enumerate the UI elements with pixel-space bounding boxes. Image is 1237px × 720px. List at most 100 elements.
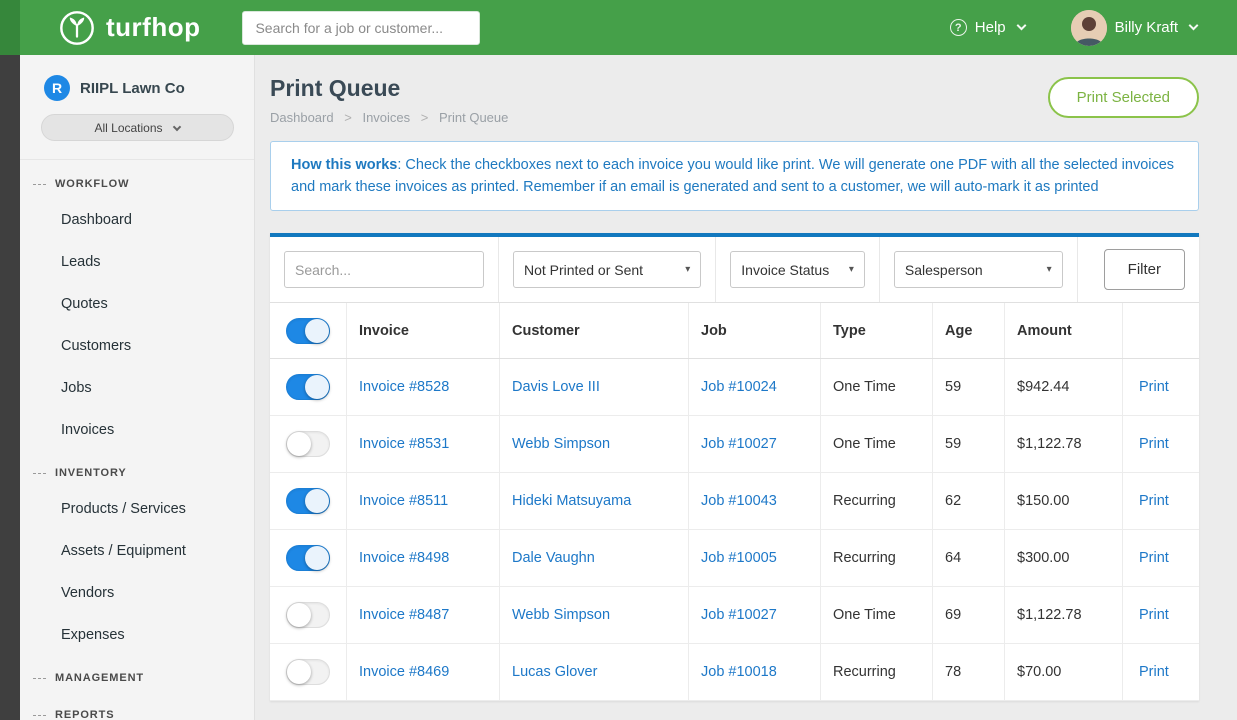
toggle-knob bbox=[287, 603, 311, 627]
printed-filter-select[interactable]: Not Printed or Sent ▾ bbox=[513, 251, 701, 288]
customer-link[interactable]: Lucas Glover bbox=[512, 664, 597, 680]
invoice-link[interactable]: Invoice #8531 bbox=[359, 436, 449, 452]
main-content: Print Queue Dashboard > Invoices > Print… bbox=[255, 55, 1237, 720]
print-link[interactable]: Print bbox=[1139, 664, 1169, 680]
breadcrumb-invoices[interactable]: Invoices bbox=[362, 110, 410, 125]
print-link[interactable]: Print bbox=[1139, 550, 1169, 566]
chevron-down-icon bbox=[1189, 21, 1199, 31]
toggle-knob bbox=[287, 660, 311, 684]
sidebar-item-expenses[interactable]: Expenses bbox=[20, 614, 254, 656]
table-row: Invoice #8528 Davis Love III Job #10024 One… bbox=[270, 359, 1199, 416]
sidebar-item-jobs[interactable]: Jobs bbox=[20, 367, 254, 409]
info-box-title: How this works bbox=[291, 157, 397, 173]
row-select-toggle[interactable] bbox=[286, 431, 330, 457]
sidebar: R RIIPL Lawn Co All Locations WORKFLOWDa… bbox=[20, 55, 255, 720]
column-header-customer: Customer bbox=[500, 303, 689, 358]
row-select-toggle[interactable] bbox=[286, 659, 330, 685]
invoice-type: Recurring bbox=[821, 473, 933, 529]
all-locations-dropdown[interactable]: All Locations bbox=[41, 114, 234, 141]
user-menu[interactable]: Billy Kraft bbox=[1071, 10, 1197, 46]
global-search-input[interactable] bbox=[242, 11, 480, 45]
sidebar-item-dashboard[interactable]: Dashboard bbox=[20, 199, 254, 241]
sidebar-item-customers[interactable]: Customers bbox=[20, 325, 254, 367]
salesperson-select[interactable]: Salesperson ▾ bbox=[894, 251, 1063, 288]
sidebar-item-assets-equipment[interactable]: Assets / Equipment bbox=[20, 530, 254, 572]
help-menu[interactable]: ? Help bbox=[950, 19, 1025, 36]
customer-link[interactable]: Hideki Matsuyama bbox=[512, 493, 631, 509]
locations-label: All Locations bbox=[94, 121, 162, 135]
invoice-type: Recurring bbox=[821, 644, 933, 700]
invoice-amount: $300.00 bbox=[1005, 530, 1123, 586]
table-row: Invoice #8531Webb SimpsonJob #10027One T… bbox=[270, 416, 1199, 473]
section-dash-icon bbox=[33, 715, 46, 716]
customer-link[interactable]: Webb Simpson bbox=[512, 436, 610, 452]
column-header-invoice: Invoice bbox=[347, 303, 500, 358]
sidebar-nav: WORKFLOWDashboardLeadsQuotesCustomersJob… bbox=[20, 159, 254, 720]
turfhop-logo-icon bbox=[58, 9, 96, 47]
filter-bar: Not Printed or Sent ▾ Invoice Status ▾ bbox=[270, 237, 1199, 303]
invoice-link[interactable]: Invoice #8469 bbox=[359, 664, 449, 680]
table-header-row: InvoiceCustomerJobTypeAgeAmount bbox=[270, 303, 1199, 359]
job-link[interactable]: Job #10027 bbox=[701, 607, 777, 623]
job-link[interactable]: Job #10024 bbox=[701, 379, 777, 395]
column-header-amount: Amount bbox=[1005, 303, 1123, 358]
job-link[interactable]: Job #10027 bbox=[701, 436, 777, 452]
invoice-link[interactable]: Invoice #8511 bbox=[359, 493, 448, 509]
print-link[interactable]: Print bbox=[1139, 607, 1169, 623]
toggle-knob bbox=[305, 375, 329, 399]
breadcrumb-dashboard[interactable]: Dashboard bbox=[270, 110, 334, 125]
row-select-toggle[interactable] bbox=[286, 488, 330, 514]
sidebar-section-management: MANAGEMENT bbox=[20, 656, 254, 693]
job-link[interactable]: Job #10018 bbox=[701, 664, 777, 680]
print-link[interactable]: Print bbox=[1139, 436, 1169, 452]
sidebar-item-vendors[interactable]: Vendors bbox=[20, 572, 254, 614]
job-link[interactable]: Job #10043 bbox=[701, 493, 777, 509]
sidebar-item-products-services[interactable]: Products / Services bbox=[20, 488, 254, 530]
customer-link[interactable]: Davis Love III bbox=[512, 379, 600, 395]
invoice-status-select[interactable]: Invoice Status ▾ bbox=[730, 251, 865, 288]
invoice-link[interactable]: Invoice #8528 bbox=[359, 379, 449, 395]
invoice-age: 78 bbox=[933, 644, 1005, 700]
invoice-type: One Time bbox=[821, 359, 933, 415]
user-name: Billy Kraft bbox=[1115, 19, 1178, 36]
company-name: RIIPL Lawn Co bbox=[80, 80, 185, 97]
filter-button[interactable]: Filter bbox=[1104, 249, 1185, 290]
row-select-toggle[interactable] bbox=[286, 545, 330, 571]
left-edge-strip bbox=[0, 0, 20, 720]
person-icon bbox=[1071, 10, 1107, 46]
invoice-card: Not Printed or Sent ▾ Invoice Status ▾ bbox=[270, 233, 1199, 701]
invoice-age: 62 bbox=[933, 473, 1005, 529]
invoice-status-value: Invoice Status bbox=[741, 262, 829, 278]
customer-link[interactable]: Dale Vaughn bbox=[512, 550, 595, 566]
table-row: Invoice #8498Dale VaughnJob #10005Recurr… bbox=[270, 530, 1199, 587]
sidebar-section-inventory: INVENTORY bbox=[20, 451, 254, 488]
help-icon: ? bbox=[950, 19, 967, 36]
print-link[interactable]: Print bbox=[1139, 493, 1169, 509]
top-navbar: turfhop ? Help Bil bbox=[20, 0, 1237, 55]
invoice-link[interactable]: Invoice #8498 bbox=[359, 550, 449, 566]
section-dash-icon bbox=[33, 473, 46, 474]
brand-home-link[interactable]: turfhop bbox=[58, 9, 200, 47]
invoice-age: 69 bbox=[933, 587, 1005, 643]
job-link[interactable]: Job #10005 bbox=[701, 550, 777, 566]
sidebar-item-quotes[interactable]: Quotes bbox=[20, 283, 254, 325]
invoice-amount: $1,122.78 bbox=[1005, 416, 1123, 472]
brand-name: turfhop bbox=[106, 12, 200, 43]
table-search-input[interactable] bbox=[284, 251, 484, 288]
column-header-print bbox=[1123, 303, 1199, 358]
row-select-toggle[interactable] bbox=[286, 602, 330, 628]
invoice-link[interactable]: Invoice #8487 bbox=[359, 607, 449, 623]
row-select-toggle[interactable] bbox=[286, 374, 330, 400]
print-link[interactable]: Print bbox=[1139, 379, 1169, 395]
sidebar-section-reports: REPORTS bbox=[20, 693, 254, 720]
print-selected-button[interactable]: Print Selected bbox=[1048, 77, 1199, 118]
sidebar-item-leads[interactable]: Leads bbox=[20, 241, 254, 283]
customer-link[interactable]: Webb Simpson bbox=[512, 607, 610, 623]
select-all-toggle[interactable] bbox=[286, 318, 330, 344]
chevron-down-icon bbox=[172, 122, 180, 130]
printed-filter-value: Not Printed or Sent bbox=[524, 262, 643, 278]
breadcrumb-separator: > bbox=[421, 110, 429, 125]
sidebar-item-invoices[interactable]: Invoices bbox=[20, 409, 254, 451]
salesperson-value: Salesperson bbox=[905, 262, 983, 278]
invoice-age: 59 bbox=[933, 359, 1005, 415]
